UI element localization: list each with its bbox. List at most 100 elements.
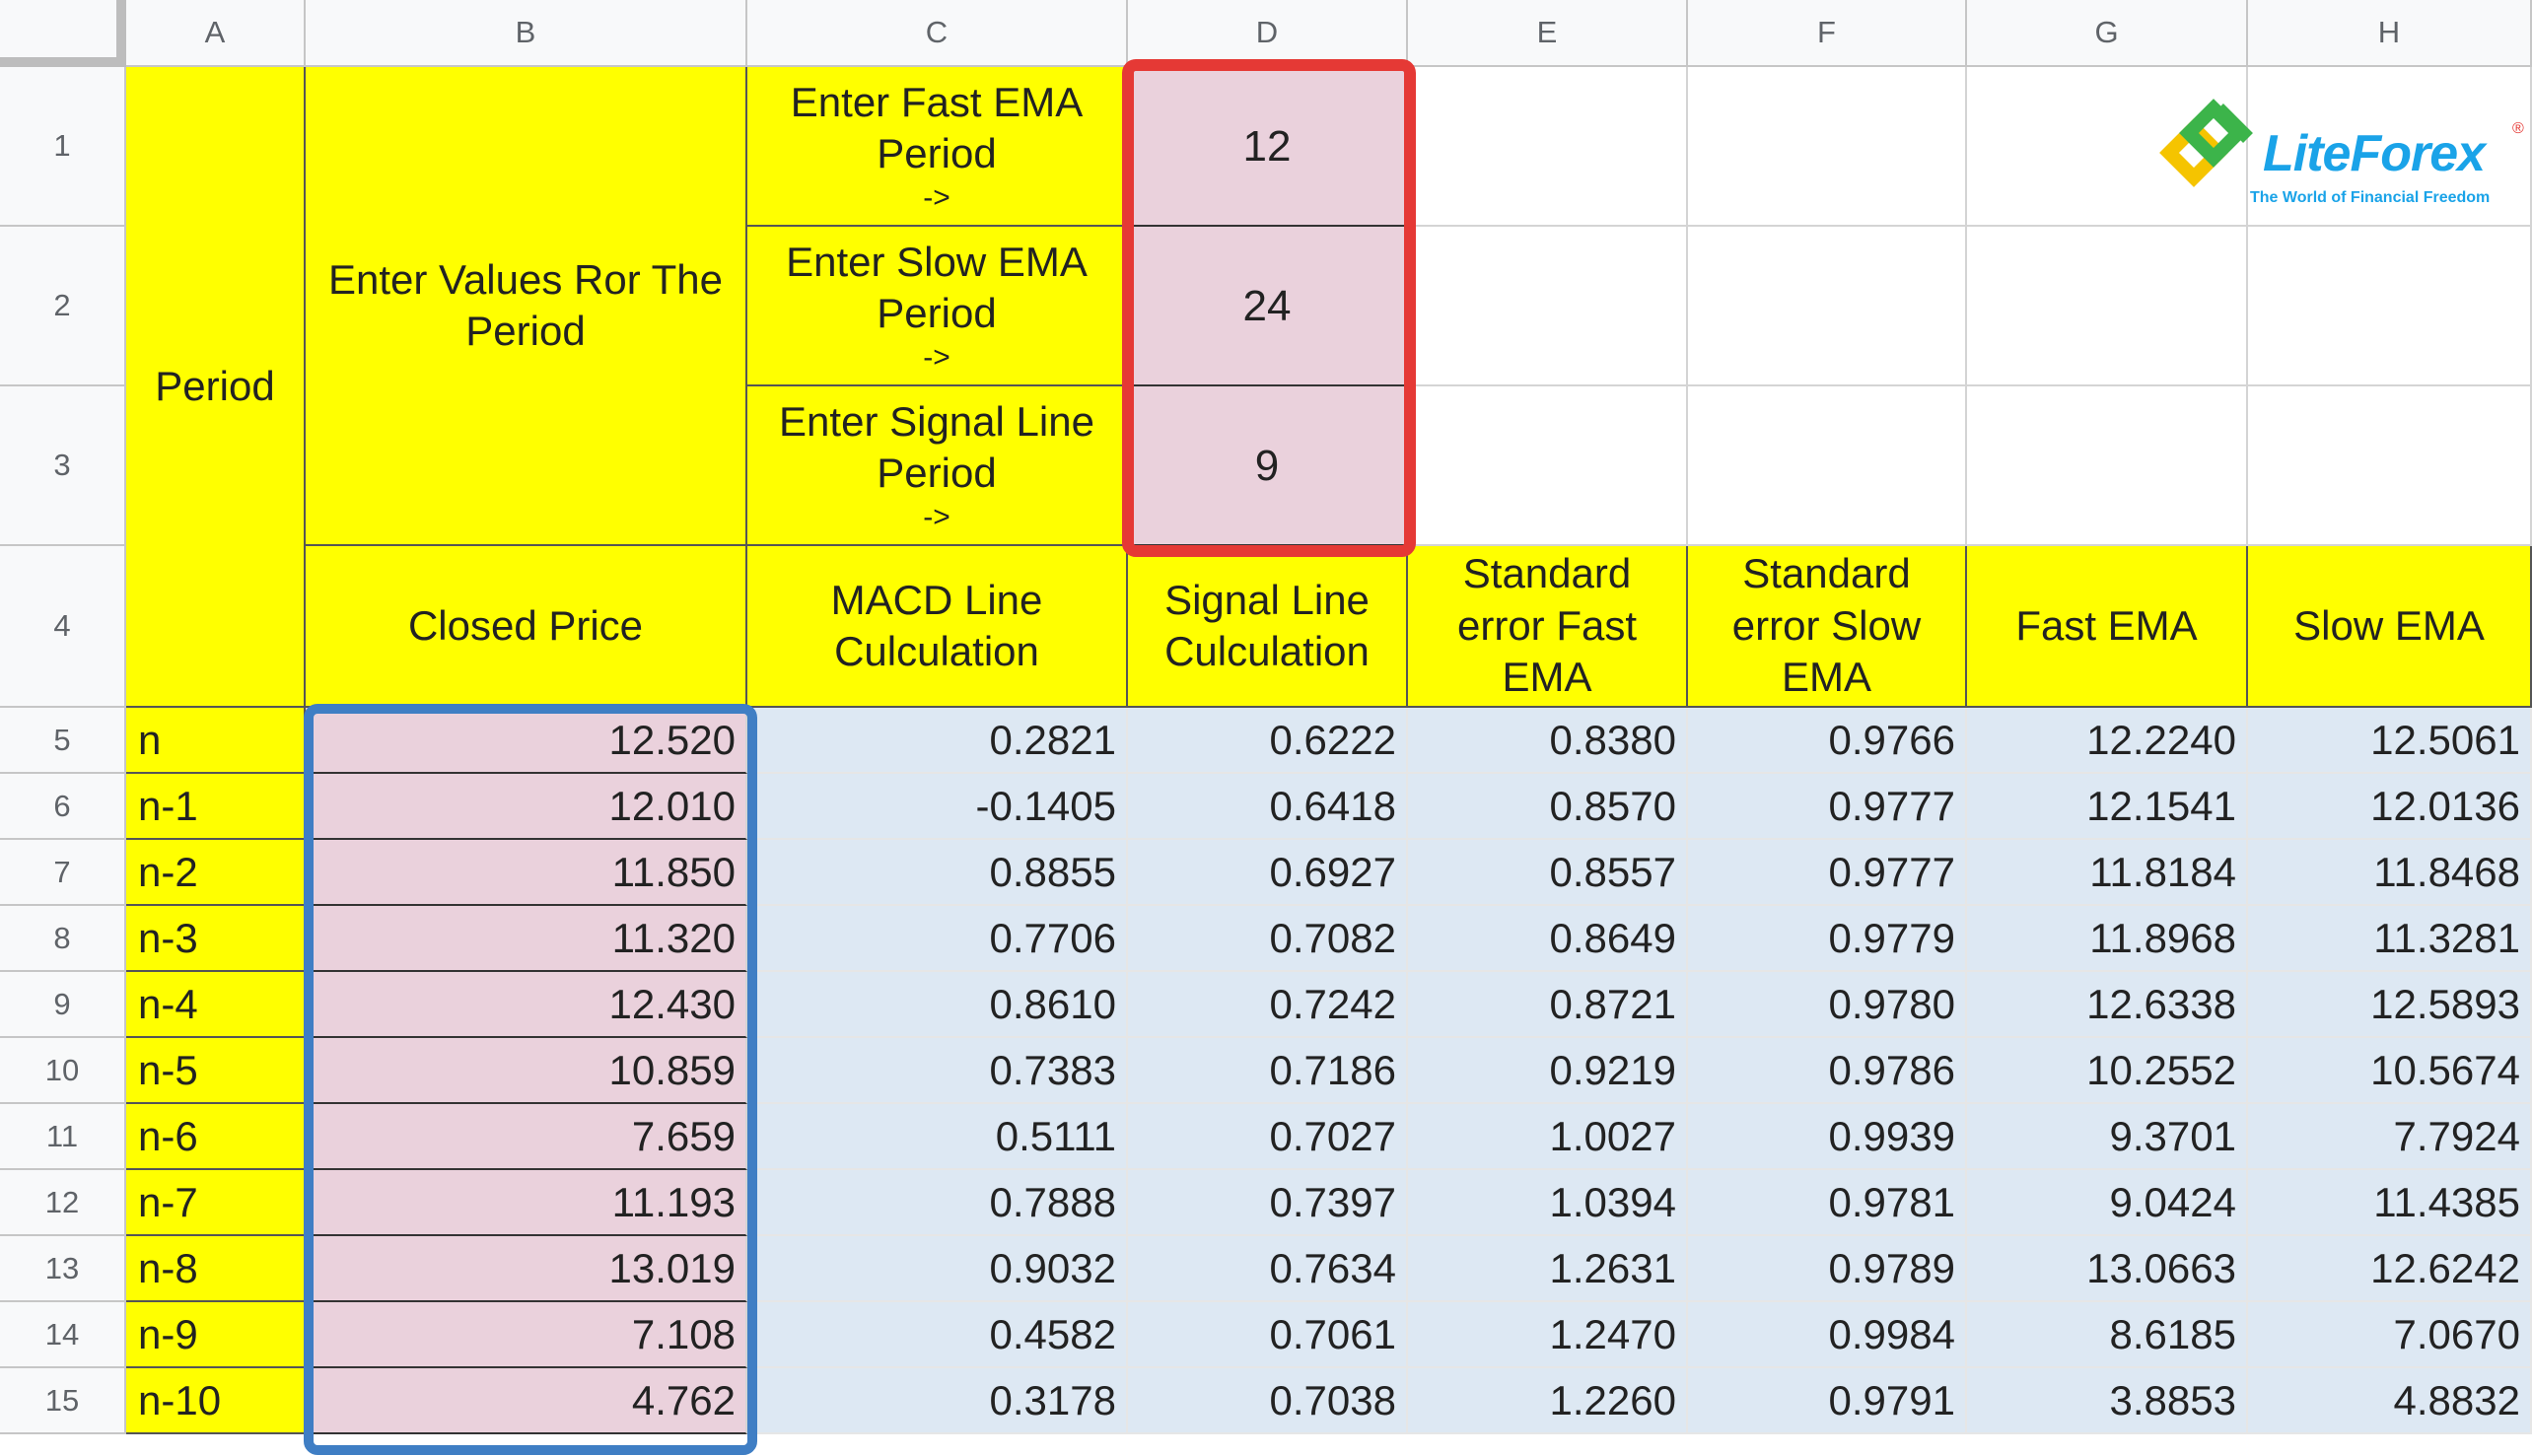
- period-label-cell[interactable]: n-4: [126, 972, 306, 1038]
- empty-cell[interactable]: [1408, 67, 1688, 227]
- se-slow-value-cell[interactable]: 0.9984: [1688, 1302, 1967, 1368]
- macd-value-cell[interactable]: 0.5111: [747, 1104, 1128, 1170]
- signal-value-cell[interactable]: 0.7061: [1128, 1302, 1408, 1368]
- empty-cell[interactable]: [1408, 386, 1688, 546]
- row-header-1[interactable]: 1: [0, 67, 126, 227]
- period-label-cell[interactable]: n-8: [126, 1236, 306, 1302]
- input-label-cell[interactable]: Enter Fast EMA Period ->: [747, 67, 1128, 227]
- row-header-2[interactable]: 2: [0, 227, 126, 386]
- row-header-13[interactable]: 13: [0, 1236, 126, 1302]
- input-label-cell[interactable]: Enter Signal Line Period ->: [747, 386, 1128, 546]
- macd-value-cell[interactable]: -0.1405: [747, 774, 1128, 840]
- signal-value-cell[interactable]: 0.7397: [1128, 1170, 1408, 1236]
- slow-value-cell[interactable]: 12.5061: [2248, 708, 2532, 774]
- fast-value-cell[interactable]: 3.8853: [1967, 1368, 2248, 1434]
- row-header-6[interactable]: 6: [0, 774, 126, 840]
- se-fast-value-cell[interactable]: 1.2470: [1408, 1302, 1688, 1368]
- se-slow-value-cell[interactable]: 0.9939: [1688, 1104, 1967, 1170]
- period-label-cell[interactable]: n-3: [126, 906, 306, 972]
- fast-value-cell[interactable]: 12.2240: [1967, 708, 2248, 774]
- empty-cell[interactable]: [1688, 227, 1967, 386]
- slow-value-cell[interactable]: 11.4385: [2248, 1170, 2532, 1236]
- se-fast-value-cell[interactable]: 0.8721: [1408, 972, 1688, 1038]
- slow-value-cell[interactable]: 11.8468: [2248, 840, 2532, 906]
- empty-cell[interactable]: [2248, 386, 2532, 546]
- macd-value-cell[interactable]: 0.7383: [747, 1038, 1128, 1104]
- fast-value-cell[interactable]: 12.1541: [1967, 774, 2248, 840]
- slow-value-cell[interactable]: 10.5674: [2248, 1038, 2532, 1104]
- se-slow-value-cell[interactable]: 0.9777: [1688, 840, 1967, 906]
- slow-value-cell[interactable]: 11.3281: [2248, 906, 2532, 972]
- fast-value-cell[interactable]: 10.2552: [1967, 1038, 2248, 1104]
- select-all-corner[interactable]: [0, 0, 126, 67]
- se-fast-value-cell[interactable]: 0.8557: [1408, 840, 1688, 906]
- slow-value-cell[interactable]: 12.6242: [2248, 1236, 2532, 1302]
- row-header-3[interactable]: 3: [0, 386, 126, 546]
- period-label-cell[interactable]: n-5: [126, 1038, 306, 1104]
- row-header-12[interactable]: 12: [0, 1170, 126, 1236]
- column-header-c[interactable]: C: [747, 0, 1128, 67]
- column-title-slow-ema[interactable]: Slow EMA: [2248, 546, 2532, 708]
- fast-value-cell[interactable]: 9.0424: [1967, 1170, 2248, 1236]
- row-header-9[interactable]: 9: [0, 972, 126, 1038]
- period-header-cell[interactable]: Period: [126, 67, 306, 708]
- se-fast-value-cell[interactable]: 0.8380: [1408, 708, 1688, 774]
- se-fast-value-cell[interactable]: 1.2631: [1408, 1236, 1688, 1302]
- column-title-signal-line[interactable]: Signal Line Culculation: [1128, 546, 1408, 708]
- column-title-se-slow[interactable]: Standard error Slow EMA: [1688, 546, 1967, 708]
- row-header-10[interactable]: 10: [0, 1038, 126, 1104]
- macd-value-cell[interactable]: 0.7706: [747, 906, 1128, 972]
- empty-cell[interactable]: [1967, 227, 2248, 386]
- period-label-cell[interactable]: n-1: [126, 774, 306, 840]
- fast-value-cell[interactable]: 13.0663: [1967, 1236, 2248, 1302]
- signal-value-cell[interactable]: 0.7082: [1128, 906, 1408, 972]
- row-header-8[interactable]: 8: [0, 906, 126, 972]
- se-fast-value-cell[interactable]: 1.2260: [1408, 1368, 1688, 1434]
- column-header-h[interactable]: H: [2248, 0, 2532, 67]
- fast-value-cell[interactable]: 11.8184: [1967, 840, 2248, 906]
- empty-cell[interactable]: [1408, 227, 1688, 386]
- se-slow-value-cell[interactable]: 0.9766: [1688, 708, 1967, 774]
- column-title-fast-ema[interactable]: Fast EMA: [1967, 546, 2248, 708]
- signal-value-cell[interactable]: 0.6222: [1128, 708, 1408, 774]
- row-header-7[interactable]: 7: [0, 840, 126, 906]
- signal-value-cell[interactable]: 0.7027: [1128, 1104, 1408, 1170]
- signal-value-cell[interactable]: 0.7242: [1128, 972, 1408, 1038]
- slow-value-cell[interactable]: 4.8832: [2248, 1368, 2532, 1434]
- se-fast-value-cell[interactable]: 1.0394: [1408, 1170, 1688, 1236]
- slow-value-cell[interactable]: 7.7924: [2248, 1104, 2532, 1170]
- period-label-cell[interactable]: n: [126, 708, 306, 774]
- row-header-14[interactable]: 14: [0, 1302, 126, 1368]
- row-header-11[interactable]: 11: [0, 1104, 126, 1170]
- se-fast-value-cell[interactable]: 0.8570: [1408, 774, 1688, 840]
- empty-cell[interactable]: [1688, 67, 1967, 227]
- column-header-d[interactable]: D: [1128, 0, 1408, 67]
- se-slow-value-cell[interactable]: 0.9779: [1688, 906, 1967, 972]
- enter-values-cell[interactable]: Enter Values Ror The Period: [306, 67, 747, 546]
- signal-value-cell[interactable]: 0.7634: [1128, 1236, 1408, 1302]
- slow-value-cell[interactable]: 12.5893: [2248, 972, 2532, 1038]
- column-title-se-fast[interactable]: Standard error Fast EMA: [1408, 546, 1688, 708]
- se-fast-value-cell[interactable]: 1.0027: [1408, 1104, 1688, 1170]
- column-header-f[interactable]: F: [1688, 0, 1967, 67]
- period-label-cell[interactable]: n-2: [126, 840, 306, 906]
- column-header-e[interactable]: E: [1408, 0, 1688, 67]
- empty-cell[interactable]: [1967, 386, 2248, 546]
- macd-value-cell[interactable]: 0.7888: [747, 1170, 1128, 1236]
- fast-value-cell[interactable]: 12.6338: [1967, 972, 2248, 1038]
- column-header-a[interactable]: A: [126, 0, 306, 67]
- macd-value-cell[interactable]: 0.2821: [747, 708, 1128, 774]
- slow-value-cell[interactable]: 12.0136: [2248, 774, 2532, 840]
- period-label-cell[interactable]: n-10: [126, 1368, 306, 1434]
- se-slow-value-cell[interactable]: 0.9791: [1688, 1368, 1967, 1434]
- empty-cell[interactable]: [2248, 227, 2532, 386]
- macd-value-cell[interactable]: 0.4582: [747, 1302, 1128, 1368]
- se-slow-value-cell[interactable]: 0.9781: [1688, 1170, 1967, 1236]
- column-header-b[interactable]: B: [306, 0, 747, 67]
- input-label-cell[interactable]: Enter Slow EMA Period ->: [747, 227, 1128, 386]
- slow-value-cell[interactable]: 7.0670: [2248, 1302, 2532, 1368]
- row-header-4[interactable]: 4: [0, 546, 126, 708]
- period-label-cell[interactable]: n-7: [126, 1170, 306, 1236]
- period-label-cell[interactable]: n-6: [126, 1104, 306, 1170]
- se-fast-value-cell[interactable]: 0.8649: [1408, 906, 1688, 972]
